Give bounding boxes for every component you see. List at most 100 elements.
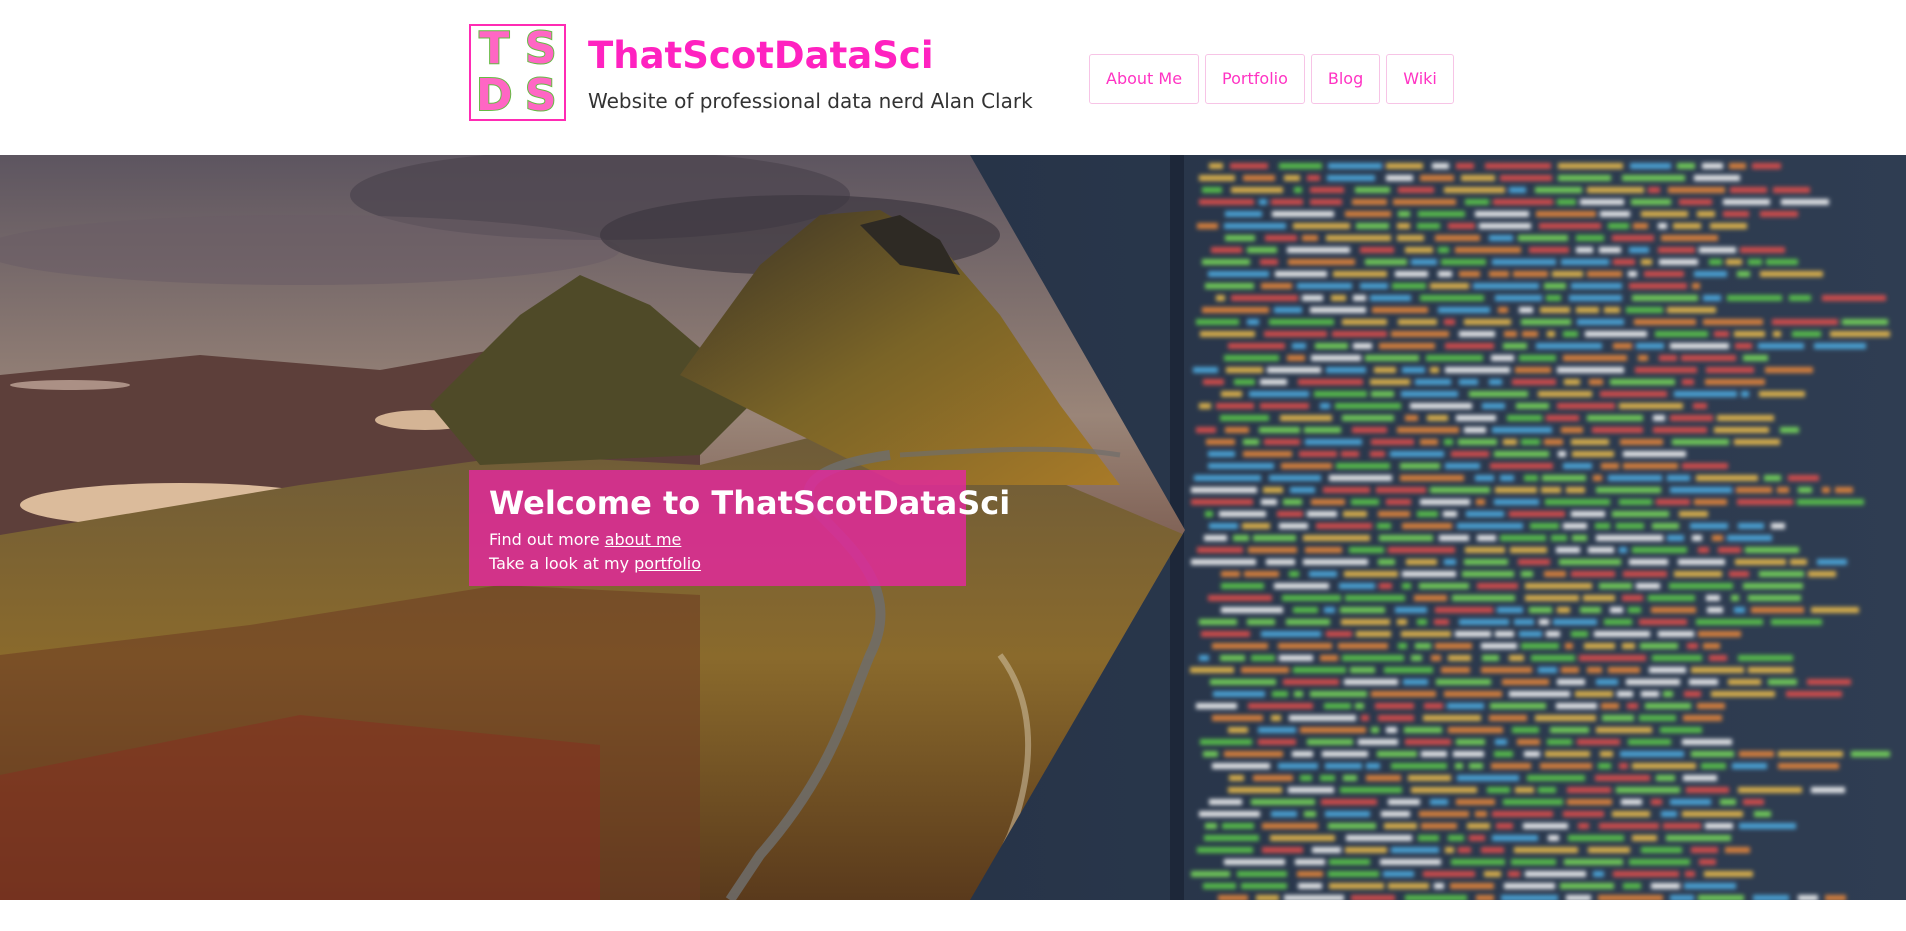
code-streak	[1365, 355, 1419, 361]
code-streak	[1271, 199, 1303, 205]
code-streak	[1436, 679, 1491, 685]
code-streak	[1224, 859, 1285, 865]
code-streak	[1197, 547, 1243, 553]
code-streak	[1572, 535, 1587, 541]
code-streak	[1251, 799, 1315, 805]
code-streak	[1457, 523, 1523, 529]
code-streak	[1515, 787, 1534, 793]
code-streak	[1204, 535, 1227, 541]
code-streak	[1517, 739, 1540, 745]
code-streak	[1191, 559, 1256, 565]
code-streak	[1557, 679, 1585, 685]
code-streak	[1764, 475, 1781, 481]
code-streak	[1689, 679, 1718, 685]
code-streak	[1430, 487, 1490, 493]
code-streak	[1445, 463, 1480, 469]
code-streak	[1629, 283, 1687, 289]
code-streak	[1423, 715, 1481, 721]
code-streak	[1444, 559, 1456, 565]
code-streak	[1851, 751, 1890, 757]
site-logo[interactable]: T S D S	[469, 24, 566, 121]
code-streak	[1515, 367, 1551, 373]
code-streak	[1209, 799, 1242, 805]
code-streak	[1358, 739, 1398, 745]
code-streak	[1405, 739, 1451, 745]
code-streak	[1658, 247, 1695, 253]
code-streak	[1371, 391, 1394, 397]
code-streak	[1199, 403, 1211, 409]
code-streak	[1419, 583, 1469, 589]
code-streak	[1525, 595, 1579, 601]
code-streak	[1328, 823, 1376, 829]
nav-about-me[interactable]: About Me	[1089, 54, 1200, 104]
code-streak	[1342, 655, 1404, 661]
code-streak	[1469, 835, 1485, 841]
code-streak	[1653, 415, 1665, 421]
code-streak	[1326, 631, 1352, 637]
site-title[interactable]: ThatScotDataSci	[588, 34, 934, 78]
code-streak	[1366, 775, 1401, 781]
code-streak	[1735, 559, 1786, 565]
code-streak	[1698, 547, 1709, 553]
portfolio-link[interactable]: portfolio	[634, 554, 701, 573]
code-streak	[1288, 787, 1334, 793]
code-streak	[1600, 391, 1667, 397]
code-streak	[1494, 451, 1549, 457]
code-streak	[1405, 415, 1418, 421]
code-streak	[1623, 571, 1667, 577]
code-streak	[1629, 559, 1668, 565]
code-streak	[1299, 451, 1337, 457]
code-streak	[1455, 763, 1463, 769]
code-streak	[1521, 439, 1540, 445]
code-streak	[1370, 451, 1385, 457]
code-streak	[1626, 679, 1680, 685]
code-streak	[1546, 631, 1560, 637]
code-streak	[1342, 415, 1394, 421]
code-streak	[1633, 223, 1648, 229]
code-streak	[1674, 391, 1737, 397]
code-streak	[1194, 475, 1261, 481]
code-streak	[1545, 499, 1610, 505]
code-streak	[1445, 847, 1454, 853]
code-streak	[1576, 247, 1593, 253]
code-streak	[1569, 295, 1622, 301]
code-streak	[1613, 259, 1635, 265]
code-streak	[1703, 295, 1721, 301]
code-streak	[1629, 859, 1690, 865]
nav-blog[interactable]: Blog	[1310, 54, 1381, 104]
code-streak	[1778, 751, 1843, 757]
code-streak	[1659, 259, 1698, 265]
site-subtitle: Website of professional data nerd Alan C…	[588, 89, 1033, 113]
code-streak	[1538, 787, 1556, 793]
code-streak	[1197, 847, 1253, 853]
code-streak	[1344, 679, 1398, 685]
code-streak	[1343, 775, 1357, 781]
code-streak	[1502, 679, 1549, 685]
nav-wiki[interactable]: Wiki	[1386, 54, 1454, 104]
code-streak	[1294, 187, 1302, 193]
nav-portfolio[interactable]: Portfolio	[1205, 54, 1305, 104]
code-streak	[1507, 415, 1542, 421]
code-streak	[1418, 835, 1439, 841]
code-streak	[1430, 799, 1448, 805]
about-me-link[interactable]: about me	[605, 530, 682, 549]
code-streak	[1558, 175, 1611, 181]
code-streak	[1205, 283, 1254, 289]
code-streak	[1492, 811, 1553, 817]
code-streak	[1697, 211, 1715, 217]
code-streak	[1752, 163, 1781, 169]
code-streak	[1383, 871, 1414, 877]
code-streak	[1264, 439, 1300, 445]
welcome-line-about-text: Find out more	[489, 530, 605, 549]
code-streak	[1377, 523, 1391, 529]
logo-letter: D	[475, 69, 514, 121]
code-streak	[1683, 775, 1717, 781]
code-streak	[1717, 415, 1774, 421]
code-streak	[1682, 463, 1728, 469]
code-streak	[1456, 415, 1496, 421]
code-streak	[1482, 403, 1505, 409]
code-streak	[1260, 379, 1287, 385]
code-streak	[1361, 715, 1369, 721]
code-streak	[1727, 295, 1782, 301]
code-streak	[1566, 487, 1585, 493]
